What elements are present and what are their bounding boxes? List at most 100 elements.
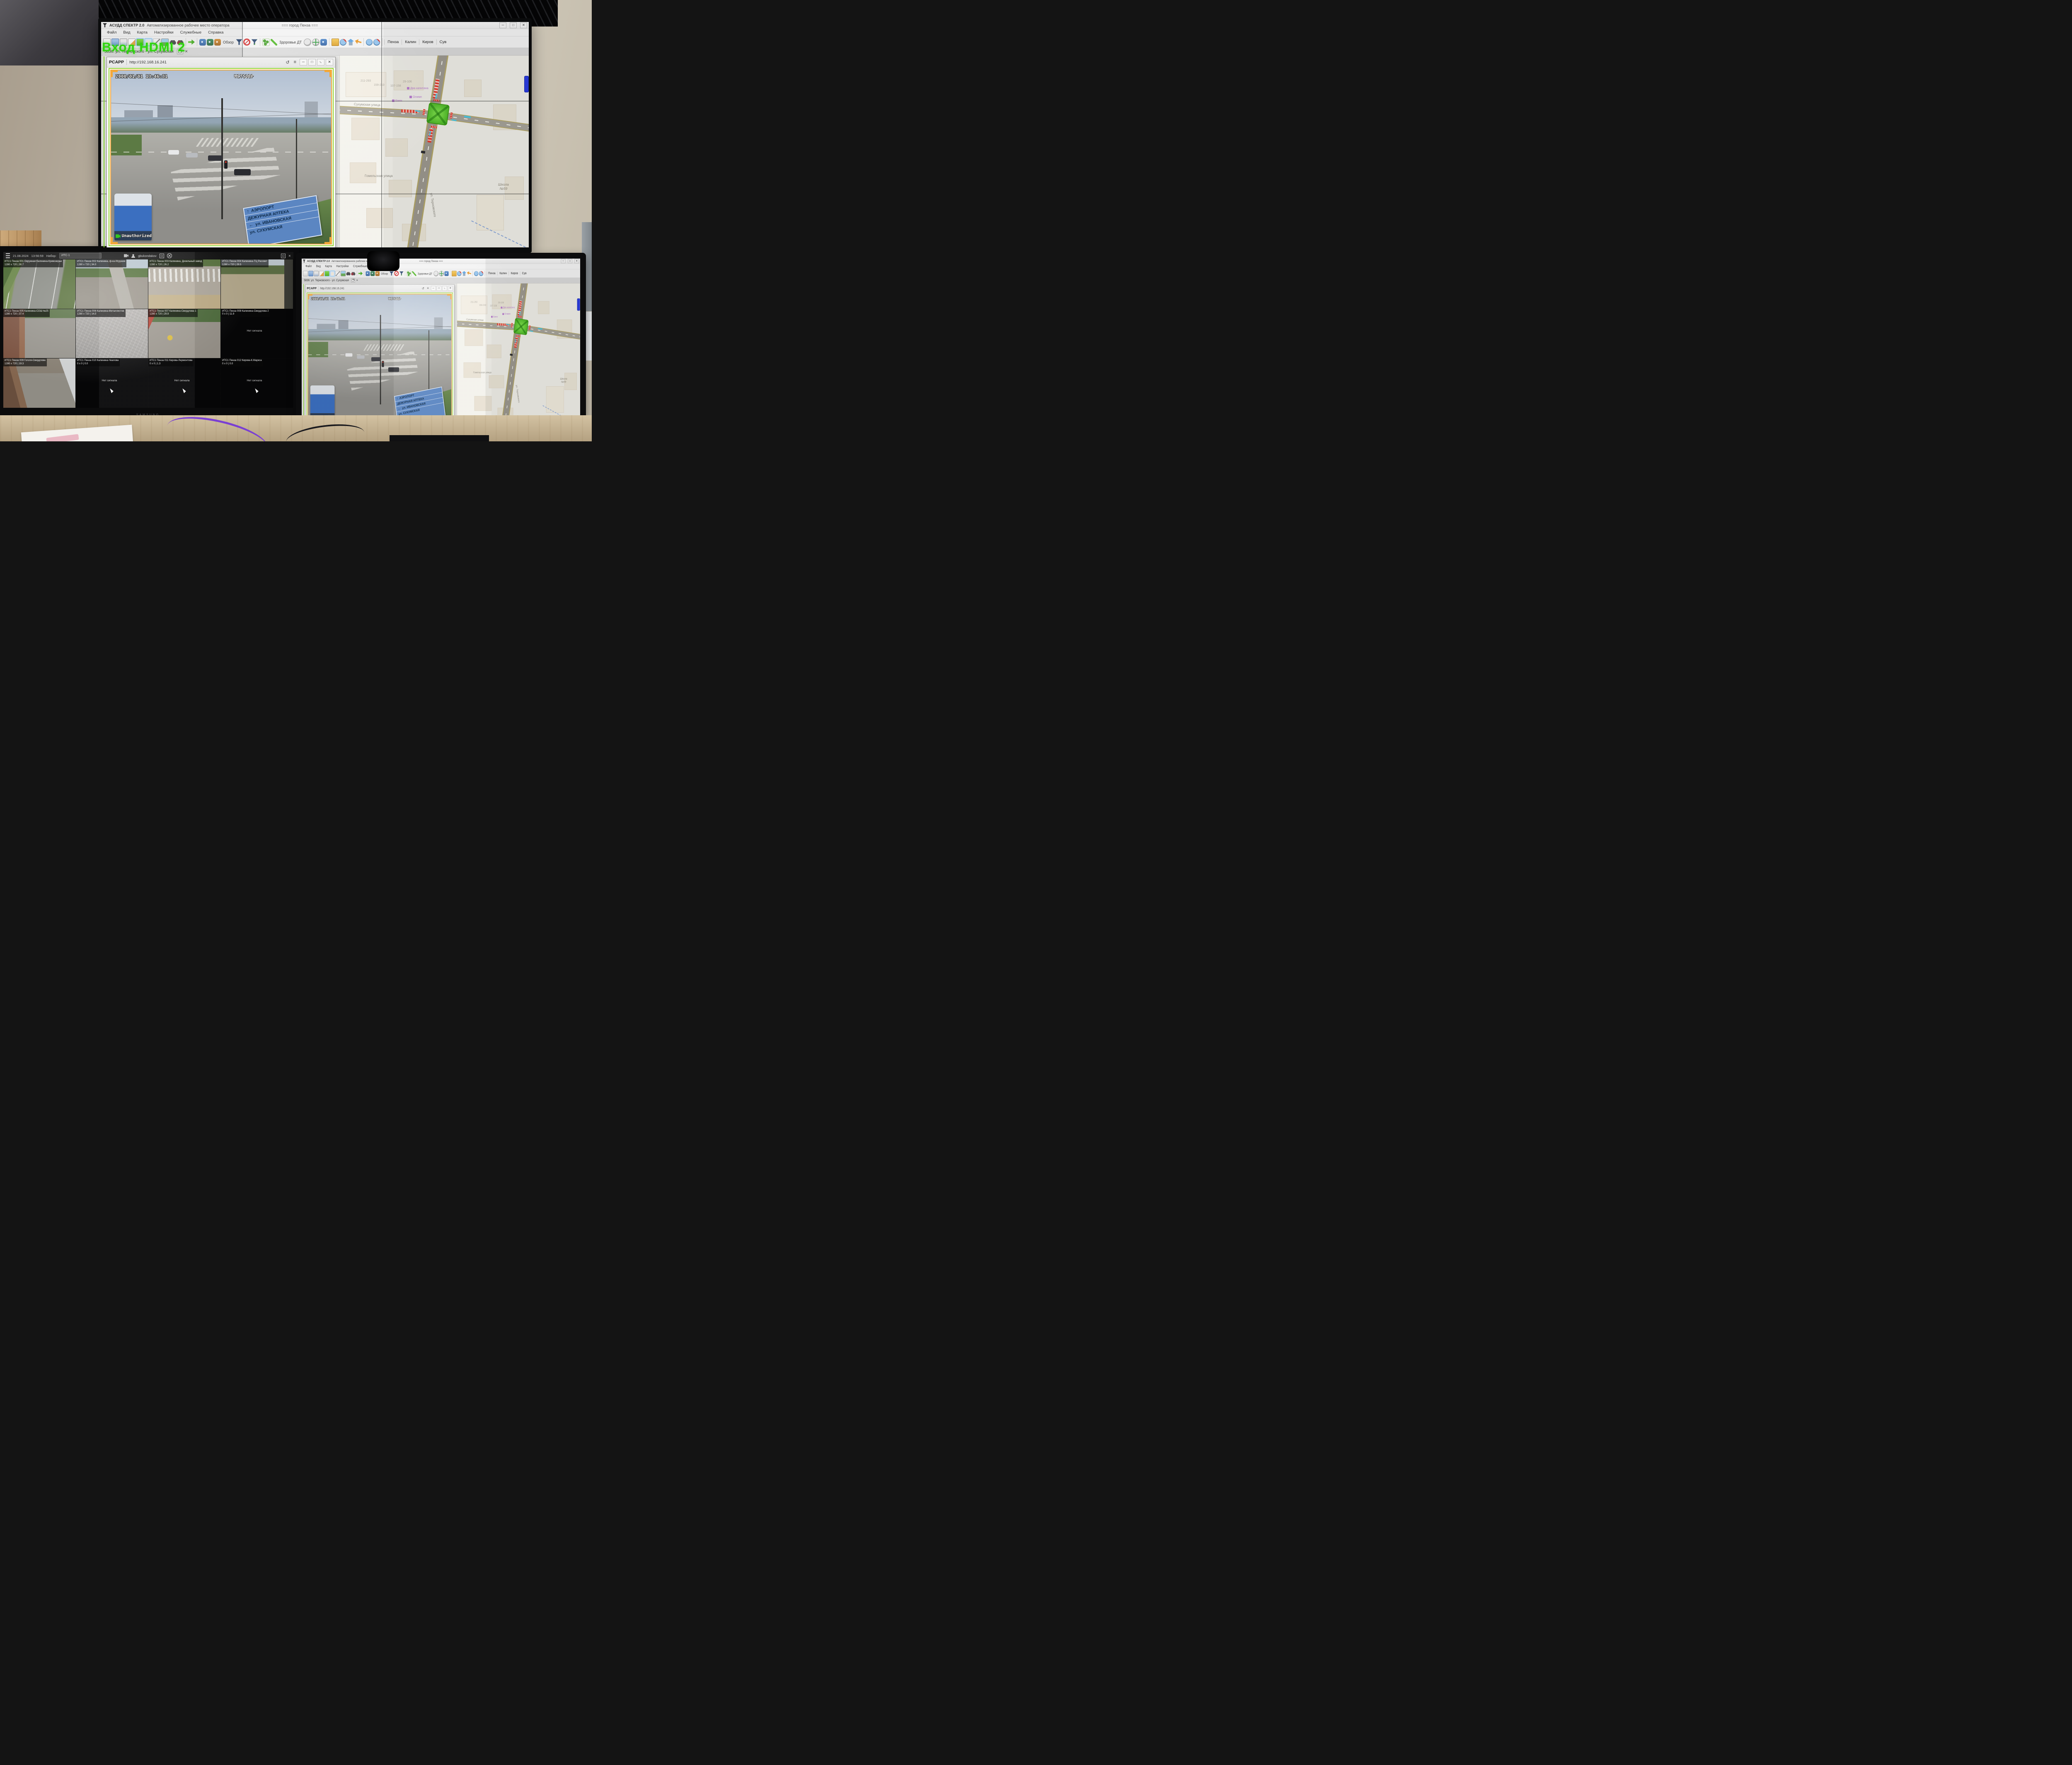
menu-lines-icon[interactable]: ≡ — [294, 60, 296, 65]
filter-apply-icon[interactable] — [399, 271, 404, 276]
camera-set-dropdown[interactable]: ИТС-1 — [59, 253, 102, 259]
camera-blue-icon[interactable] — [366, 271, 370, 276]
undo-icon[interactable] — [466, 271, 472, 276]
undo-icon[interactable] — [354, 38, 362, 46]
pcapp-close-icon[interactable]: ✕ — [448, 286, 453, 291]
globe-flag-icon[interactable] — [340, 39, 346, 46]
camcorder-icon[interactable] — [124, 254, 128, 258]
save-icon[interactable] — [314, 271, 319, 276]
menu-service[interactable]: Служебные — [351, 265, 369, 268]
close-icon[interactable]: ✕ — [574, 259, 579, 263]
city-map[interactable]: 211-293 159-210 107-158 29-106 Два капит… — [339, 56, 529, 247]
refresh-icon[interactable]: ↺ — [286, 60, 289, 65]
camera-add-icon[interactable] — [445, 271, 449, 276]
menu-file[interactable]: Файл — [104, 30, 120, 35]
city-button-penza[interactable]: Пенза — [486, 271, 497, 276]
green-arrow-icon[interactable] — [358, 271, 363, 276]
zone-icon[interactable] — [434, 271, 439, 276]
camera-green-icon[interactable] — [207, 39, 213, 46]
health-button[interactable]: Здоровье ДТ — [279, 40, 302, 44]
export-folder-icon[interactable] — [452, 271, 457, 276]
map-scroll-indicator[interactable] — [525, 76, 528, 92]
map-scroll-indicator[interactable] — [577, 299, 580, 310]
filter-icon[interactable] — [236, 39, 242, 46]
browse-button[interactable]: Обзор — [381, 272, 388, 275]
vms-close-icon[interactable]: ✕ — [288, 254, 291, 258]
menu-settings[interactable]: Настройки — [151, 30, 177, 35]
pcapp-maximize-icon[interactable]: □ — [308, 59, 316, 65]
filter-icon[interactable] — [390, 271, 394, 276]
tab-close-icon[interactable]: ✕ — [356, 279, 358, 282]
background-map-icon[interactable] — [341, 271, 346, 276]
layer-up-icon[interactable] — [462, 271, 466, 276]
city-button-penza[interactable]: Пенза — [384, 39, 402, 45]
camera-add-icon[interactable] — [320, 39, 327, 46]
binoculars-alert-icon[interactable] — [351, 271, 355, 276]
city-button-kirov[interactable]: Киров — [508, 271, 520, 276]
camera-tile-004[interactable]: ИТС1 Пенза 004 Калинина-ТЦ Рассвет1280 x… — [221, 259, 293, 309]
pcapp-resize-icon[interactable]: ↔ — [317, 59, 324, 65]
minimize-icon[interactable]: ─ — [561, 259, 566, 263]
open-icon[interactable] — [308, 271, 313, 276]
city-map[interactable]: 211-293 159-210 107-158 29-106 Два капит… — [457, 283, 580, 425]
camera-orange-icon[interactable] — [375, 271, 380, 276]
tab-restore-icon[interactable] — [351, 278, 355, 283]
detectors-icon[interactable] — [262, 39, 270, 46]
menu-file[interactable]: Файл — [303, 265, 314, 268]
pcapp-url[interactable]: http://192.168.16.241 — [129, 60, 283, 65]
tab-intersection[interactable]: 5836: ул. Терновского - ул. Сухумская — [304, 279, 349, 282]
maximize-icon[interactable]: □ — [568, 259, 572, 263]
route-icon[interactable] — [412, 271, 416, 276]
camera-tile-008[interactable]: ИТС1 Пенза 008 Калинина-Свердлова 20 x 0… — [221, 309, 293, 358]
camera-video-view[interactable]: ↑АЭРОПОРТ ДЕЖУРНАЯ АПТЕКА ←ул. ИВАНОВСКА… — [110, 70, 332, 245]
camera-tile-011[interactable]: ИТС1 Пенза 011 Кирова-Лермонтова0 x 0 | … — [148, 358, 220, 408]
globe-icon[interactable] — [366, 39, 373, 46]
filter-off-icon[interactable] — [394, 271, 399, 276]
pan-hand-icon[interactable] — [330, 271, 335, 276]
zone-add-icon[interactable] — [439, 271, 444, 276]
globe-marker-icon[interactable] — [373, 39, 380, 46]
menu-map[interactable]: Карта — [134, 30, 151, 35]
city-button-suv[interactable]: Сув — [520, 271, 528, 276]
camera-tile-005[interactable]: ИТС1 Пенза 005 Калинина-СОШ №251280 x 72… — [3, 309, 75, 358]
camera-tile-003[interactable]: ИТС1 Пенза 003 Калинина, Дизельный завод… — [148, 259, 220, 309]
binoculars-icon[interactable] — [346, 271, 350, 276]
menu-view[interactable]: Вид — [120, 30, 133, 35]
select-icon[interactable] — [335, 271, 340, 276]
menu-service[interactable]: Служебные — [177, 30, 205, 35]
intersection-phase-diagram[interactable] — [513, 318, 529, 335]
zone-icon[interactable] — [304, 39, 311, 46]
camera-tile-001[interactable]: ИТС1 Пенза 001 Окружная Калинина-Кривозе… — [3, 259, 75, 309]
layer-toggle-icon[interactable] — [324, 271, 329, 276]
city-button-kirov[interactable]: Киров — [419, 39, 436, 45]
route-icon[interactable] — [271, 39, 277, 46]
camera-blue-icon[interactable] — [199, 39, 206, 46]
menu-lines-icon[interactable]: ≡ — [427, 286, 428, 290]
filter-off-icon[interactable] — [243, 39, 250, 46]
pcapp-minimize-icon[interactable]: ─ — [431, 286, 436, 291]
menu-help[interactable]: Справка — [205, 30, 227, 35]
health-button[interactable]: Здоровье ДТ — [418, 272, 432, 275]
globe-flag-icon[interactable] — [457, 271, 461, 276]
zone-add-icon[interactable] — [312, 39, 320, 46]
pcapp-resize-icon[interactable]: ↔ — [442, 286, 447, 291]
export-folder-icon[interactable] — [332, 39, 339, 46]
close-icon[interactable]: ✕ — [520, 22, 527, 28]
camera-tile-012[interactable]: ИТС1 Пенза 012 Кирова-К.Маркса0 x 0 | 0.… — [221, 358, 293, 408]
globe-icon[interactable] — [474, 271, 478, 276]
green-arrow-icon[interactable] — [188, 39, 195, 46]
hamburger-menu-icon[interactable] — [6, 253, 10, 258]
menu-settings[interactable]: Настройки — [334, 265, 351, 268]
fullscreen-icon[interactable] — [281, 254, 286, 258]
camera-video-view[interactable]: ↑АЭРОПОРТ ДЕЖУРНАЯ АПТЕКА ←ул. ИВАНОВСКА… — [307, 294, 452, 423]
intersection-phase-diagram[interactable] — [426, 102, 450, 126]
camera-tile-010[interactable]: ИТС1 Пенза 010 Калинина-Чкалова0 x 0 | 0… — [76, 358, 148, 408]
city-button-kalin[interactable]: Калин — [402, 39, 419, 45]
city-button-suv[interactable]: Сув — [436, 39, 450, 45]
new-document-icon[interactable] — [303, 271, 308, 276]
maximize-icon[interactable]: □ — [510, 22, 517, 28]
camera-orange-icon[interactable] — [214, 39, 221, 46]
refresh-icon[interactable]: ↺ — [422, 286, 424, 291]
camera-tile-009[interactable]: ИТС1 Пенза 009 Гоголя-Свердлова1280 x 72… — [3, 358, 75, 408]
layer-up-icon[interactable] — [347, 39, 354, 46]
